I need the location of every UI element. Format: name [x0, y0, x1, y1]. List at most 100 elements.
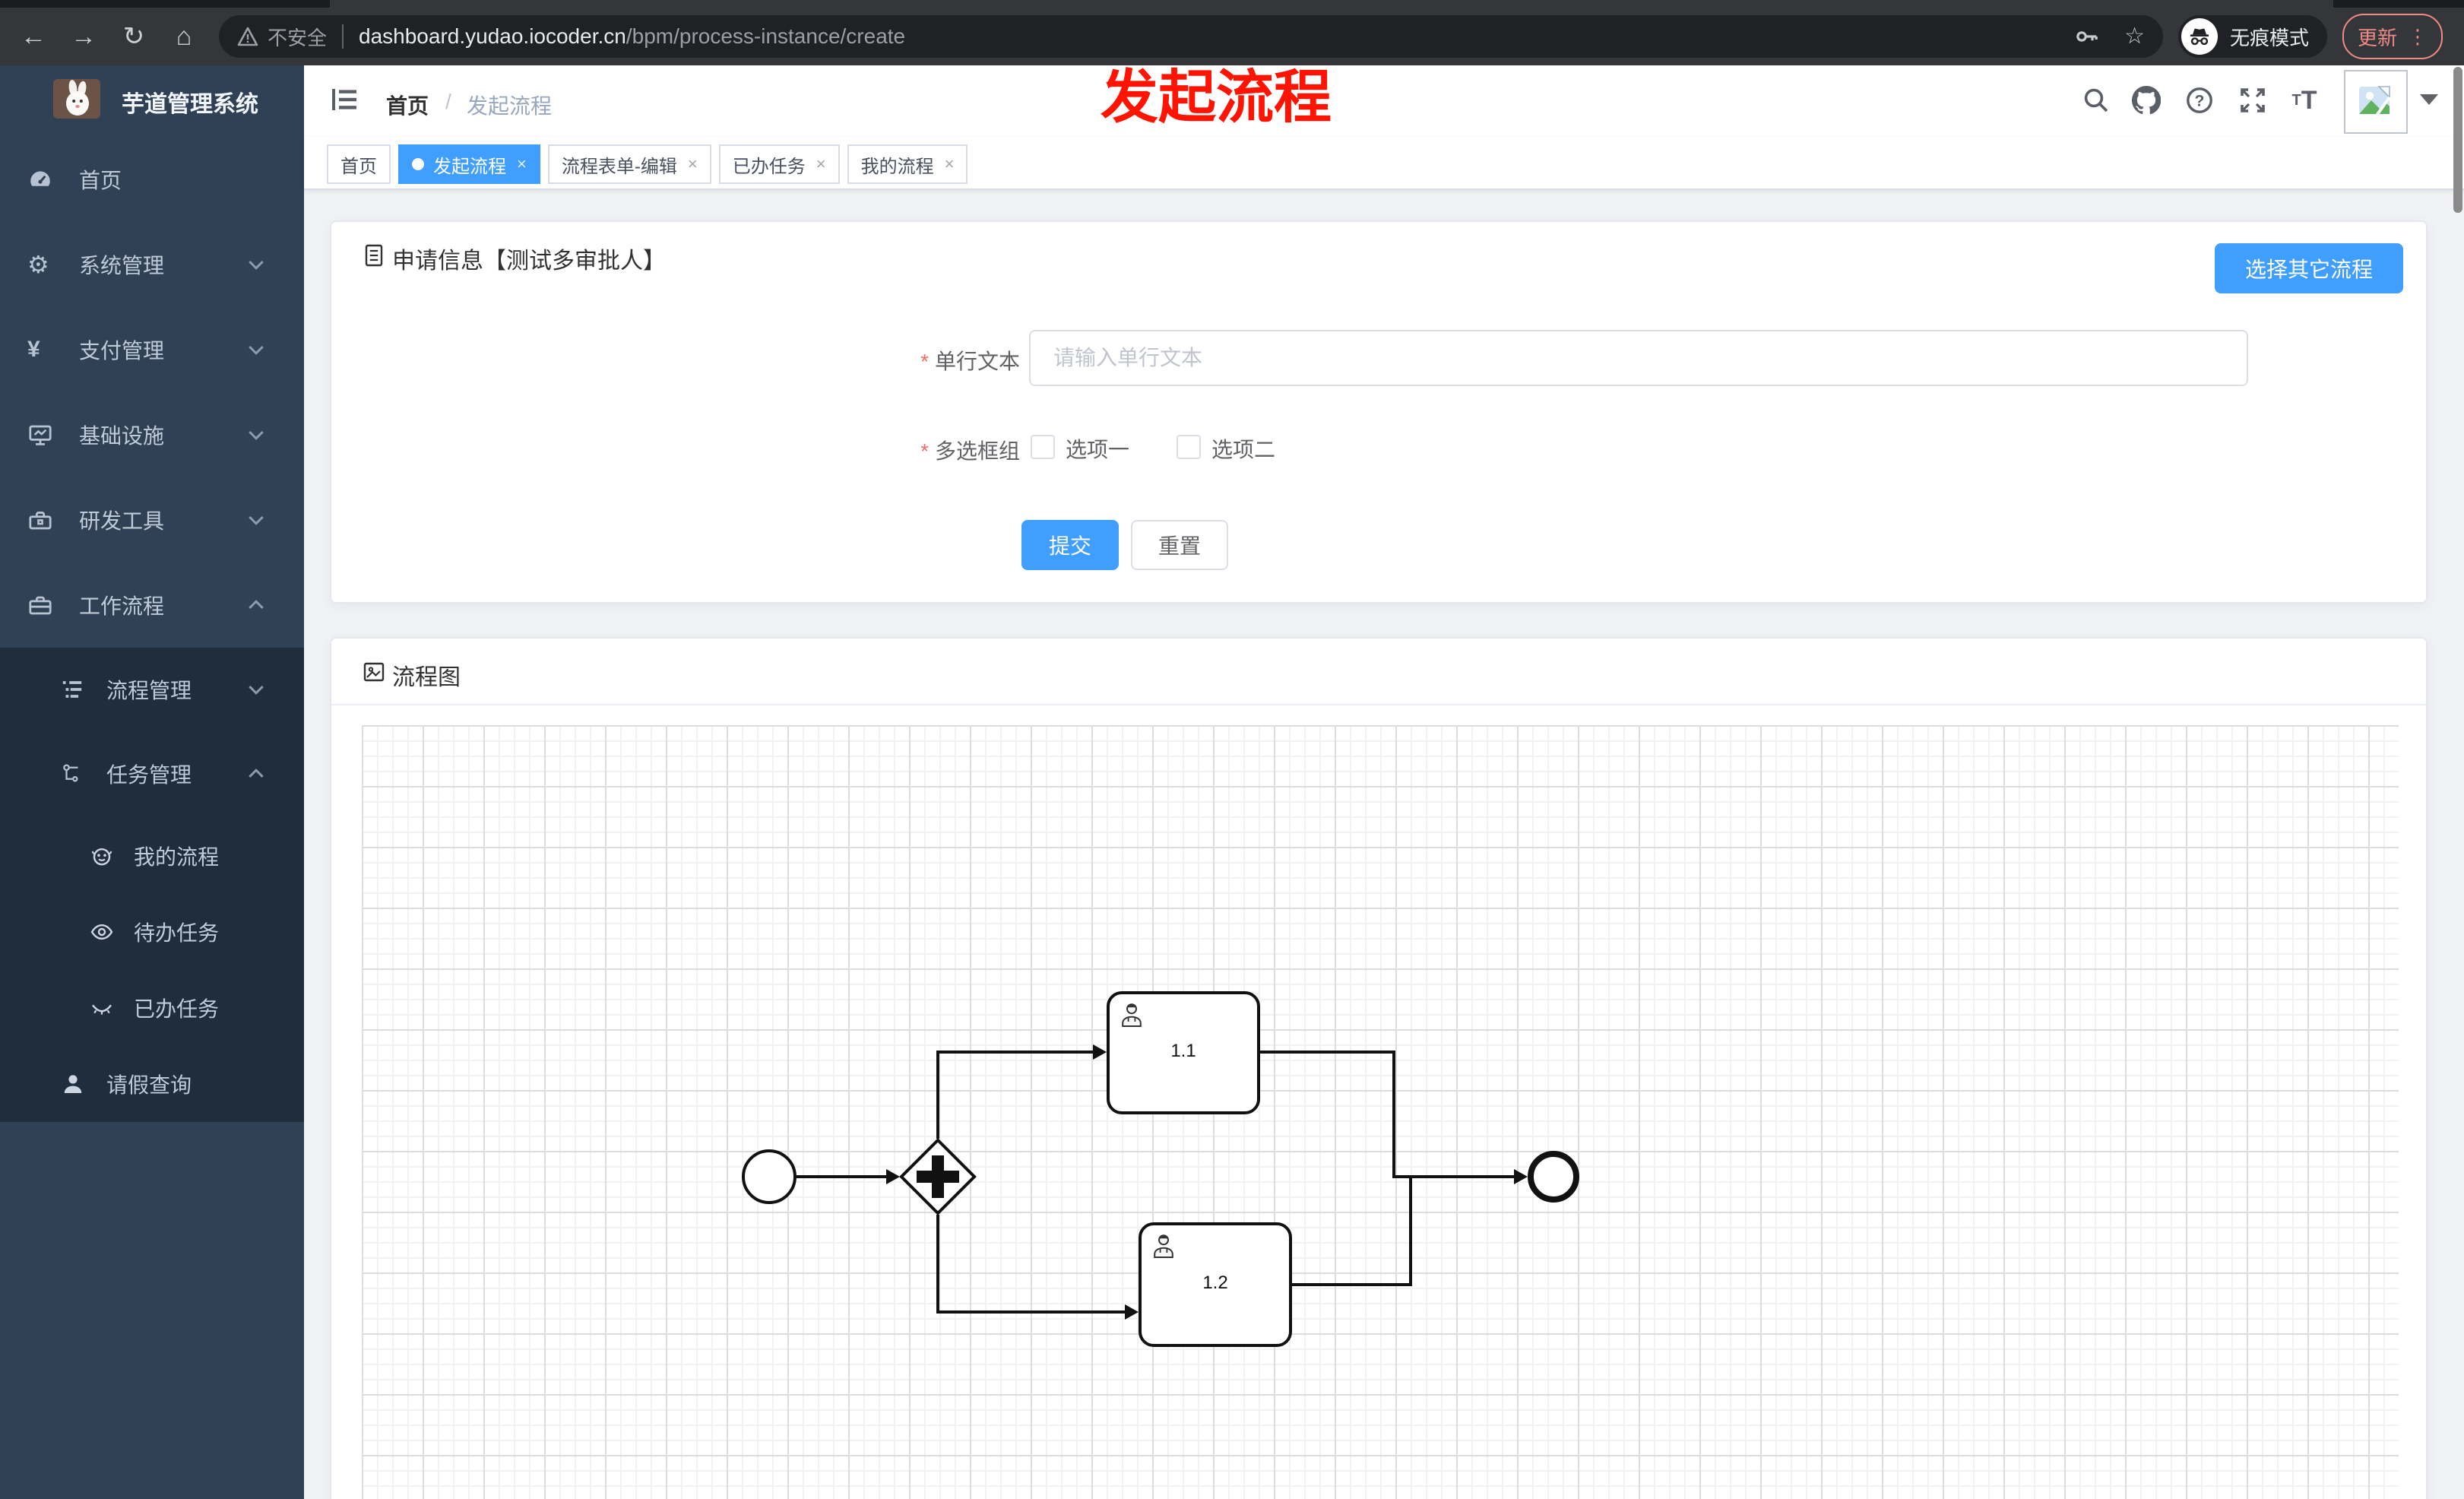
browser-forward-button[interactable]: →: [65, 17, 102, 56]
avatar[interactable]: [2344, 70, 2408, 134]
task-label: 1.2: [1202, 1272, 1228, 1293]
incognito-icon: [2181, 18, 2218, 55]
browser-back-button[interactable]: ←: [15, 17, 52, 56]
search-icon[interactable]: [2081, 85, 2111, 116]
help-icon[interactable]: ?: [2184, 85, 2215, 116]
close-icon[interactable]: ×: [688, 156, 698, 173]
url-path: /bpm/process-instance/create: [626, 24, 906, 48]
sequence-flow: [936, 1215, 939, 1314]
svg-text:?: ?: [2195, 93, 2205, 110]
checkbox-option-two[interactable]: [1177, 435, 1201, 459]
sidebar-item-done-tasks[interactable]: 已办任务: [0, 970, 304, 1046]
required-asterisk: *: [920, 350, 929, 373]
eye-icon: [90, 920, 114, 944]
browser-tabstrip: [0, 0, 2464, 8]
address-divider: [342, 24, 344, 49]
fullscreen-icon[interactable]: [2238, 85, 2268, 116]
browser-reload-button[interactable]: ↻: [116, 17, 152, 56]
incognito-label: 无痕模式: [2229, 26, 2309, 49]
bpmn-user-task-1-2[interactable]: 1.2: [1139, 1222, 1292, 1347]
screen: ← → ↻ ⌂ 不安全 dashboard.yudao.iocoder.cn/b…: [0, 0, 2464, 1499]
form-card-title: 申请信息【测试多审批人】: [392, 249, 666, 274]
arrowhead-icon: [886, 1169, 900, 1184]
sidebar-item-system[interactable]: ⚙ 系统管理: [0, 222, 304, 307]
application-info-card: 申请信息【测试多审批人】 选择其它流程 *单行文本 *多选框组 选项一 选项二 …: [330, 220, 2428, 604]
bpmn-user-task-1-1[interactable]: 1.1: [1107, 991, 1260, 1114]
tab-start-process[interactable]: 发起流程 ×: [398, 144, 540, 184]
bpmn-canvas[interactable]: 1.1 1.2: [362, 725, 2399, 1499]
dashboard-icon: [27, 166, 53, 192]
sidebar-item-home[interactable]: 首页: [0, 137, 304, 222]
task-label: 1.1: [1170, 1040, 1196, 1061]
close-icon[interactable]: ×: [945, 156, 955, 173]
browser-menu-icon[interactable]: ⋮: [2408, 25, 2428, 49]
flow-list-icon: [61, 678, 84, 701]
document-icon: [362, 243, 386, 268]
tab-my-process[interactable]: 我的流程 ×: [847, 144, 968, 184]
submit-button[interactable]: 提交: [1021, 520, 1119, 570]
incognito-badge: 无痕模式: [2177, 15, 2327, 58]
browser-home-button[interactable]: ⌂: [166, 17, 202, 56]
bookmark-star-icon[interactable]: ☆: [2124, 25, 2145, 48]
checkbox-label-two[interactable]: 选项二: [1211, 433, 1275, 464]
single-line-text-input[interactable]: [1029, 330, 2248, 386]
checkbox-option-one[interactable]: [1031, 435, 1055, 459]
user-task-icon: [1120, 1002, 1143, 1028]
sequence-flow: [1292, 1283, 1412, 1286]
sidebar-item-task-management[interactable]: 任务管理: [0, 731, 304, 816]
toolbox-icon: [27, 507, 53, 533]
bpmn-end-event[interactable]: [1528, 1151, 1579, 1203]
select-other-process-button[interactable]: 选择其它流程: [2215, 243, 2403, 293]
chevron-up-icon: [246, 595, 266, 615]
image-icon: [362, 660, 386, 684]
sequence-flow: [797, 1175, 886, 1178]
sidebar-item-devtools[interactable]: 研发工具: [0, 477, 304, 563]
robot-icon: [90, 844, 114, 868]
sequence-flow: [1409, 1178, 1412, 1286]
close-icon[interactable]: ×: [517, 156, 527, 173]
chevron-down-icon: [246, 425, 266, 445]
sidebar-item-todo-tasks[interactable]: 待办任务: [0, 894, 304, 970]
tab-done-tasks[interactable]: 已办任务 ×: [718, 144, 840, 184]
browser-active-tab[interactable]: [330, 0, 2333, 8]
sidebar-item-process-management[interactable]: 流程管理: [0, 648, 304, 731]
tab-home[interactable]: 首页: [327, 144, 391, 184]
app-logo: [53, 79, 100, 119]
sidebar-toggle-button[interactable]: [330, 87, 359, 113]
gateway-plus-icon: [932, 1155, 944, 1198]
sequence-flow: [936, 1310, 1126, 1314]
arrowhead-icon: [1093, 1044, 1107, 1060]
yen-icon: ¥: [27, 337, 40, 362]
breadcrumb-home[interactable]: 首页: [386, 90, 429, 120]
sidebar-item-leave-query[interactable]: 请假查询: [0, 1046, 304, 1122]
page-scrollbar[interactable]: [2453, 67, 2462, 213]
field-label-checkbox-group: * 多选框组: [920, 439, 1020, 463]
font-size-icon[interactable]: TT: [2289, 85, 2320, 116]
close-icon[interactable]: ×: [816, 156, 826, 173]
sidebar-item-infrastructure[interactable]: 基础设施: [0, 392, 304, 477]
eye-closed-icon: [90, 996, 114, 1020]
browser-update-button[interactable]: 更新 ⋮: [2342, 14, 2443, 59]
breadcrumb-current: 发起流程: [467, 94, 553, 118]
monitor-icon: [27, 422, 53, 448]
chevron-down-icon: [246, 680, 266, 699]
avatar-dropdown-caret-icon[interactable]: [2420, 94, 2438, 105]
app-title: 芋道管理系统: [122, 92, 258, 117]
reset-button[interactable]: 重置: [1131, 520, 1228, 570]
github-icon[interactable]: [2131, 85, 2162, 116]
security-warning-icon[interactable]: [237, 27, 258, 46]
update-label: 更新: [2357, 26, 2397, 49]
security-label: 不安全: [268, 26, 328, 49]
bpmn-start-event[interactable]: [742, 1149, 797, 1204]
tab-form-edit[interactable]: 流程表单-编辑 ×: [547, 144, 711, 184]
key-icon[interactable]: [2074, 24, 2100, 49]
arrowhead-icon: [1514, 1169, 1528, 1184]
sequence-flow: [936, 1051, 1094, 1054]
annotation-overlay-text: 发起流程: [1101, 65, 1332, 130]
sidebar-item-workflow[interactable]: 工作流程: [0, 563, 304, 648]
sidebar-item-payment[interactable]: ¥ 支付管理: [0, 307, 304, 392]
checkbox-label-one[interactable]: 选项一: [1066, 433, 1129, 464]
chevron-down-icon: [246, 340, 266, 360]
sequence-flow: [1260, 1051, 1395, 1054]
sidebar-item-my-process[interactable]: 我的流程: [0, 818, 304, 894]
